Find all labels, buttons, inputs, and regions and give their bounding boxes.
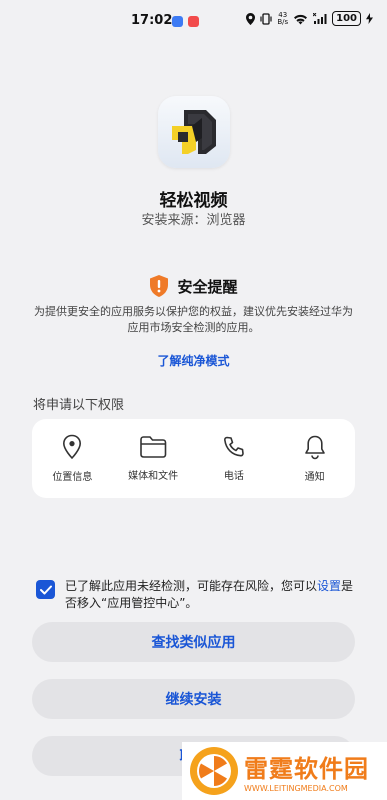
consent-text: 已了解此应用未经检测，可能存在风险，您可以设置是否移入“应用管控中心”。 <box>65 578 356 612</box>
vibrate-icon <box>260 12 272 25</box>
permission-notification[interactable]: 通知 <box>279 434 351 483</box>
permission-label: 电话 <box>223 471 244 482</box>
permission-label: 位置信息 <box>52 472 93 483</box>
permission-label: 通知 <box>304 472 325 483</box>
learn-pure-mode-link[interactable]: 了解纯净模式 <box>0 352 387 369</box>
check-icon <box>39 585 52 594</box>
continue-install-button[interactable]: 继续安装 <box>32 679 355 719</box>
watermark-url: WWW.LEITINGMEDIA.COM <box>244 784 348 793</box>
location-icon <box>63 434 82 460</box>
status-time: 17:02 <box>131 13 173 28</box>
permission-phone[interactable]: 电话 <box>198 435 270 482</box>
permission-label: 媒体和文件 <box>128 471 179 482</box>
permissions-heading: 将申请以下权限 <box>33 398 125 413</box>
find-similar-apps-button[interactable]: 查找类似应用 <box>32 622 355 662</box>
folder-icon <box>140 436 167 458</box>
status-icons: 43 B/s 100 <box>246 11 373 26</box>
status-bar: 17:02 43 B/s 100 <box>0 0 387 40</box>
net-speed-unit: B/s <box>277 17 289 26</box>
permission-media-files[interactable]: 媒体和文件 <box>117 435 189 482</box>
settings-link[interactable]: 设置 <box>317 579 341 593</box>
install-source: 安装来源：浏览器 <box>141 213 246 228</box>
watermark: 雷霆软件园 WWW.LEITINGMEDIA.COM <box>182 742 387 800</box>
location-status-icon <box>246 12 256 25</box>
signal-off-icon <box>313 12 327 24</box>
phone-icon <box>223 436 244 457</box>
watermark-text: 雷霆软件园 WWW.LEITINGMEDIA.COM <box>244 749 369 793</box>
consent-checkbox[interactable] <box>36 580 55 599</box>
notification-app-icon-2 <box>188 16 199 27</box>
watermark-logo-icon <box>190 747 238 795</box>
shield-alert-icon <box>150 275 169 297</box>
watermark-title: 雷霆软件园 <box>244 755 369 783</box>
consent-text-before: 已了解此应用未经检测，可能存在风险，您可以 <box>65 579 318 593</box>
net-speed: 43 B/s <box>277 11 289 26</box>
warning-description: 为提供更安全的应用服务以保护您的权益，建议优先安装经过华为应用市场安全检测的应用… <box>34 305 353 334</box>
app-icon <box>158 96 230 168</box>
warning-title: 安全提醒 <box>177 277 238 296</box>
permission-location[interactable]: 位置信息 <box>36 434 108 483</box>
app-name: 轻松视频 <box>159 191 228 211</box>
risk-consent: 已了解此应用未经检测，可能存在风险，您可以设置是否移入“应用管控中心”。 <box>36 578 356 612</box>
wifi-icon <box>294 14 308 24</box>
charging-icon <box>366 13 373 24</box>
battery-indicator: 100 <box>332 11 361 26</box>
bell-icon <box>304 435 325 460</box>
security-warning-header: 安全提醒 <box>0 275 387 297</box>
notification-app-icon <box>172 16 183 27</box>
permissions-card: 位置信息 媒体和文件 电话 通知 <box>32 419 355 498</box>
